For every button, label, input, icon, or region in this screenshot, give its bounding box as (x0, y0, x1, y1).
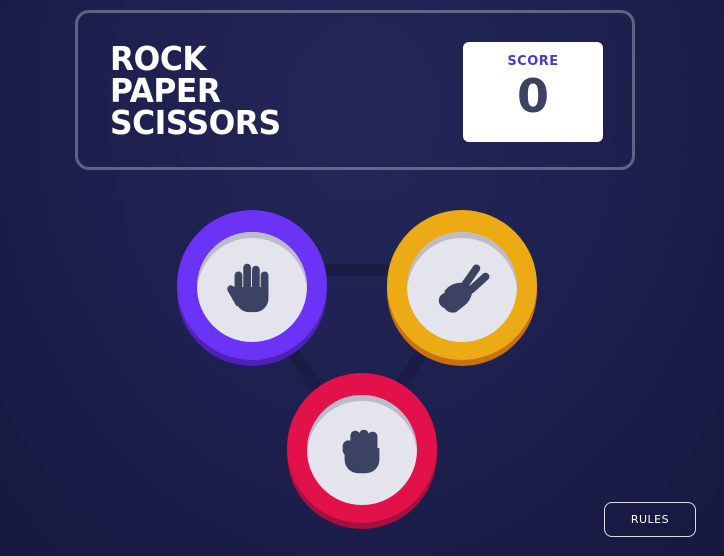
scissors-hand-icon (438, 264, 490, 313)
paper-face (197, 232, 307, 342)
scissors-face (407, 232, 517, 342)
rock-fist-icon (342, 429, 380, 474)
rock-button[interactable] (287, 373, 437, 529)
rules-button[interactable]: RULES (604, 502, 696, 537)
rock-face (307, 395, 417, 505)
choice-board (0, 0, 724, 556)
paper-hand-icon (227, 263, 269, 313)
scissors-button[interactable] (387, 210, 537, 366)
paper-button[interactable] (177, 210, 327, 366)
